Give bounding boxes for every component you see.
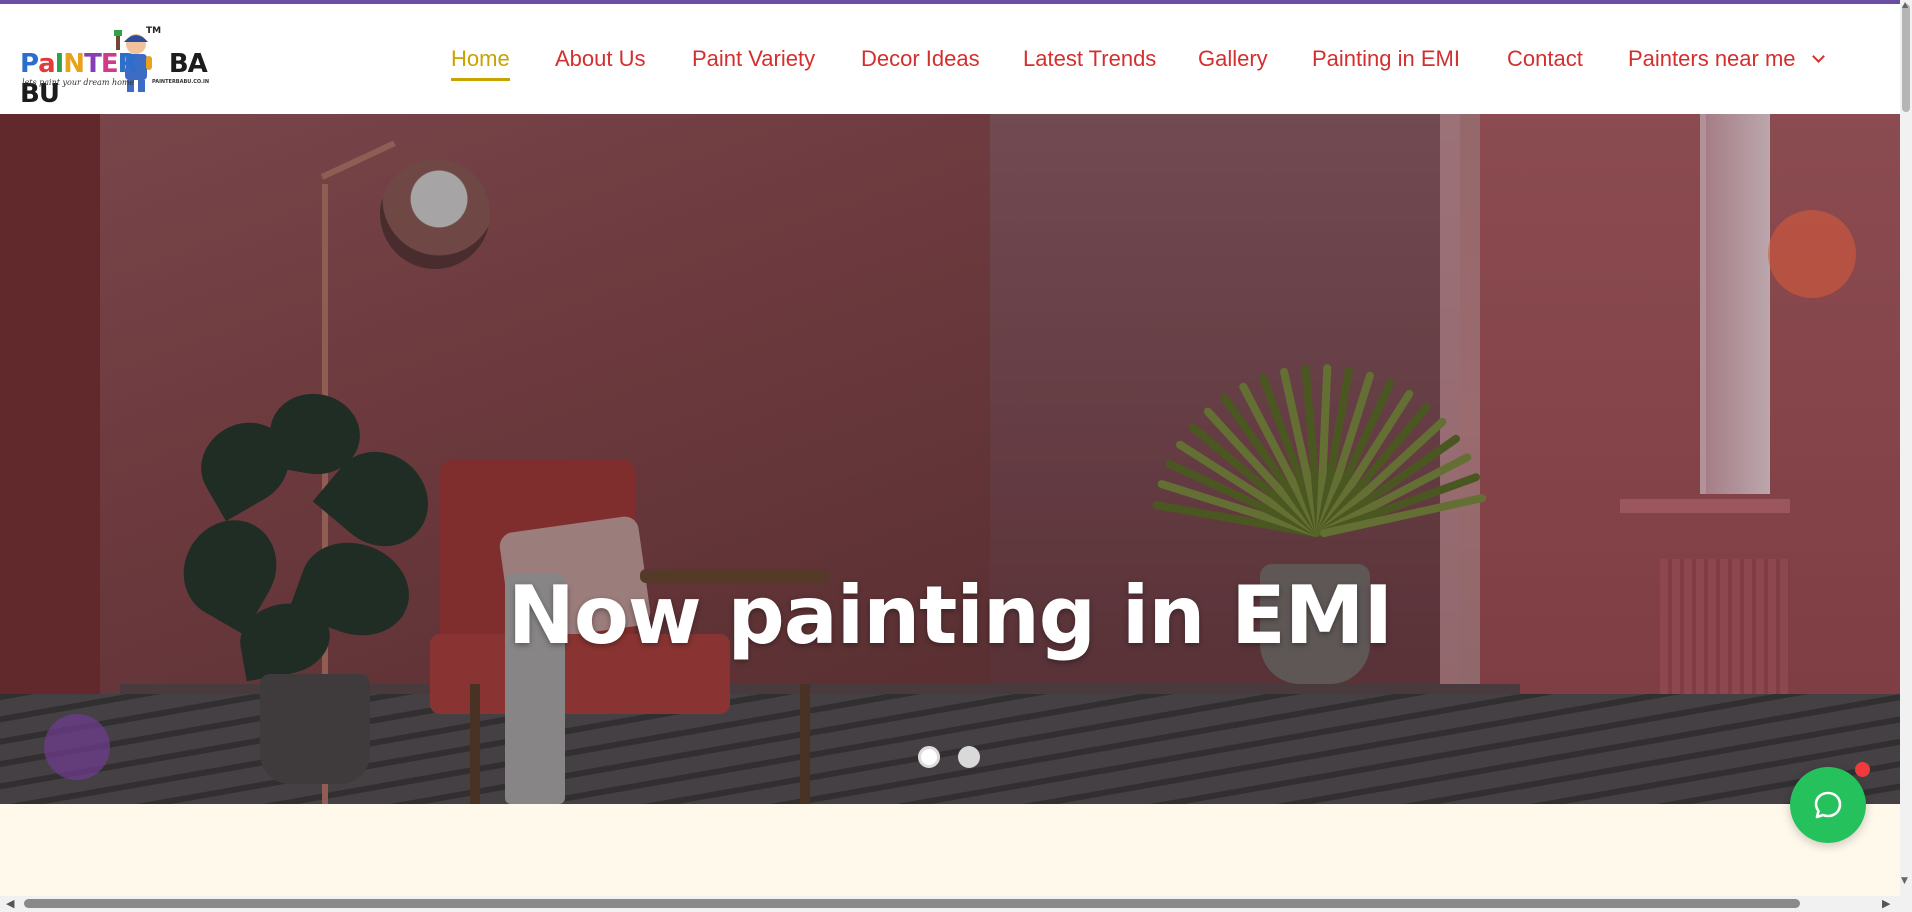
nav-item-home[interactable]: Home (451, 46, 510, 81)
nav-item-gallery[interactable]: Gallery (1198, 46, 1268, 72)
chat-button[interactable] (1790, 767, 1866, 843)
logo-letter (137, 49, 169, 79)
decor-bubble-purple (44, 714, 110, 780)
nav-item-latest-trends[interactable]: Latest Trends (1023, 46, 1156, 72)
scroll-left-arrow[interactable]: ◀ (6, 897, 14, 910)
logo-letter: E (100, 49, 119, 79)
nav-item-painters-near-me[interactable]: Painters near me (1628, 46, 1825, 72)
logo-letter: T (84, 49, 102, 79)
vertical-scrollbar[interactable] (1900, 0, 1912, 896)
chevron-down-icon (1811, 50, 1825, 63)
horizontal-scroll-thumb[interactable] (24, 899, 1800, 908)
scroll-up-arrow[interactable]: ▲ (1902, 0, 1908, 9)
logo-letter: a (38, 49, 56, 79)
nav-item-painting-in-emi[interactable]: Painting in EMI (1312, 46, 1460, 72)
logo-letter: P (20, 49, 39, 79)
chat-bubble-icon (1814, 791, 1842, 819)
active-underline (451, 78, 510, 81)
slider-dot-2[interactable] (958, 746, 980, 768)
logo-letter: N (63, 49, 85, 79)
nav-item-paint-variety[interactable]: Paint Variety (692, 46, 815, 72)
hero-slider: Now painting in EMI (0, 114, 1900, 804)
hero-overlay (0, 114, 1900, 804)
painterbabu-logo[interactable]: TM PaINTER BABU lets paint your dream ho… (18, 24, 218, 109)
decor-bubble-orange (1768, 210, 1856, 298)
site-header: TM PaINTER BABU lets paint your dream ho… (0, 4, 1900, 114)
vertical-scroll-thumb[interactable] (1902, 4, 1910, 112)
nav-item-decor-ideas[interactable]: Decor Ideas (861, 46, 980, 72)
scroll-right-arrow[interactable]: ▶ (1882, 897, 1890, 910)
logo-url: PAINTERBABU.CO.IN (152, 79, 210, 85)
logo-tagline: lets paint your dream home (22, 78, 135, 87)
nav-item-about-us[interactable]: About Us (555, 46, 646, 72)
hero-title: Now painting in EMI (507, 569, 1393, 662)
nav-item-contact[interactable]: Contact (1507, 46, 1583, 72)
logo-letter: I (54, 49, 65, 79)
logo-letter: B (168, 49, 189, 79)
slider-dot-1[interactable] (918, 746, 940, 768)
nav-item-label: Painters near me (1628, 46, 1796, 71)
next-section (0, 804, 1900, 896)
logo-letter: A (187, 49, 208, 79)
chat-notification-badge (1855, 762, 1870, 777)
logo-letter: R (117, 49, 138, 79)
scroll-down-arrow[interactable]: ▼ (1901, 876, 1908, 886)
nav-item-label: Home (451, 46, 510, 71)
